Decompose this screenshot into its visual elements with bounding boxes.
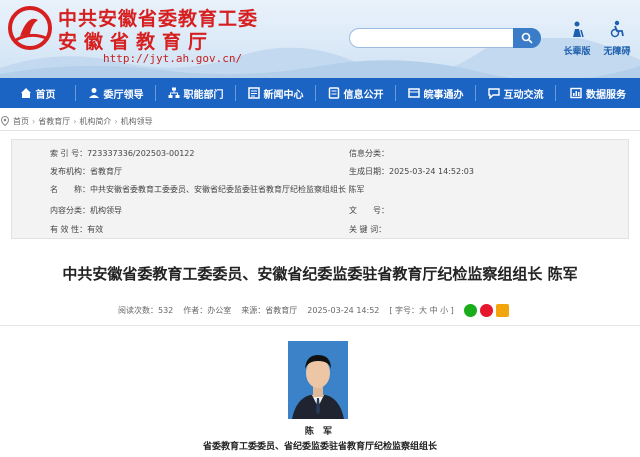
site-title-line2: 安徽省教育厅	[58, 31, 215, 53]
accessibility-label: 无障碍	[603, 47, 631, 57]
meta-row: 有 效 性：有效 关 键 词：	[12, 221, 630, 237]
chat-icon	[487, 88, 500, 99]
breadcrumb-section[interactable]: 机构简介	[79, 116, 111, 127]
site-url: http://jyt.ah.gov.cn/	[103, 52, 243, 65]
news-icon	[247, 87, 260, 99]
breadcrumb: 首页 › 省教育厅 › 机构简介 › 机构领导	[0, 114, 153, 128]
portrait-name: 陈 军	[304, 427, 336, 437]
nav-label-news: 新闻中心	[263, 89, 304, 101]
meta-label: 发布机构：	[50, 167, 90, 176]
meta-date: 生成日期：2025-03-24 14:52:03	[349, 166, 474, 177]
accessibility-button[interactable]: 无障碍	[600, 20, 634, 57]
leader-icon	[88, 88, 99, 98]
meta-value: 机构领导	[90, 206, 122, 215]
accessibility-icon	[610, 20, 624, 38]
info-metadata-table: 索 引 号：723337336/202503-00122 信息分类： 发布机构：…	[11, 139, 629, 239]
meta-value: 有效	[87, 225, 104, 234]
font-size-control[interactable]: [ 字号：大 中 小 ]	[389, 305, 453, 316]
meta-value: 中共安徽省委教育工委委员、安徽省纪委监委驻省教育厅纪检监察组组长 陈军	[90, 185, 365, 194]
nav-label-services: 皖事通办	[423, 89, 464, 101]
meta-label: 有 效 性：	[50, 225, 88, 234]
meta-validity: 有 效 性：有效	[50, 224, 103, 235]
portrait-position: 省委教育工委委员、省纪委监委驻省教育厅纪检监察组组长	[202, 442, 437, 452]
article-author: 作者：办公室	[183, 306, 232, 315]
meta-category: 信息分类：	[349, 148, 389, 159]
nav-label-departments: 职能部门	[183, 89, 224, 101]
nav-label-data-service: 数据服务	[586, 89, 626, 101]
meta-value: 省教育厅	[90, 167, 122, 176]
article-title: 中共安徽省委教育工委委员、安徽省纪委监委驻省教育厅纪检监察组组长 陈军	[62, 265, 578, 283]
article-source: 来源：省教育厅	[241, 306, 298, 315]
site-header: 中共安徽省委教育工委 安徽省教育厅 http://jyt.ah.gov.cn/ …	[0, 0, 640, 78]
meta-row: 发布机构：省教育厅 生成日期：2025-03-24 14:52:03	[12, 163, 630, 179]
wechat-share-icon[interactable]	[463, 304, 477, 317]
view-count: 阅读次数：532	[118, 306, 174, 315]
portrait-photo	[288, 341, 348, 419]
nav-item-leaders[interactable]: 委厅领导	[76, 78, 155, 108]
meta-row: 内容分类：机构领导 文 号：	[12, 202, 630, 218]
breadcrumb-divider	[0, 130, 640, 131]
nav-item-news[interactable]: 新闻中心	[236, 78, 315, 108]
meta-label: 关 键 词：	[349, 225, 387, 234]
info-divider	[0, 325, 640, 326]
location-icon	[0, 116, 10, 126]
meta-label: 索 引 号：	[50, 149, 88, 158]
meta-publisher: 发布机构：省教育厅	[50, 166, 122, 177]
nav-item-departments[interactable]: 职能部门	[156, 78, 235, 108]
info-icon	[328, 87, 339, 99]
portrait-illustration	[288, 341, 348, 419]
breadcrumb-department[interactable]: 省教育厅	[38, 116, 70, 127]
main-nav: 首页 委厅领导 职能部门 新闻中心 信息公开 皖事通办 互动交流 数据服务	[0, 78, 640, 108]
meta-value: 2025-03-24 14:52:03	[389, 167, 474, 176]
nav-label-leaders: 委厅领导	[103, 89, 144, 101]
meta-label: 信息分类：	[349, 149, 389, 158]
meta-keywords: 关 键 词：	[349, 224, 386, 235]
site-logo-icon[interactable]	[8, 6, 52, 50]
meta-label: 内容分类：	[50, 206, 90, 215]
nav-label-interaction: 互动交流	[503, 89, 544, 101]
breadcrumb-separator: ›	[114, 116, 118, 126]
breadcrumb-separator: ›	[73, 116, 77, 126]
meta-name: 名 称：中共安徽省委教育工委委员、安徽省纪委监委驻省教育厅纪检监察组组长 陈军	[50, 184, 365, 195]
article-info-bar: 阅读次数：532 作者：办公室 来源：省教育厅 2025-03-24 14:52…	[118, 304, 512, 317]
search-button[interactable]	[513, 28, 541, 48]
meta-row: 索 引 号：723337336/202503-00122 信息分类：	[12, 145, 630, 161]
weibo-share-icon[interactable]	[479, 304, 493, 317]
meta-doc-number: 文 号：	[349, 205, 389, 216]
nav-item-data-service[interactable]: 数据服务	[556, 78, 640, 108]
breadcrumb-separator: ›	[32, 116, 36, 126]
nav-item-home[interactable]: 首页	[0, 78, 75, 108]
search-icon	[521, 32, 533, 44]
meta-row: 名 称：中共安徽省委教育工委委员、安徽省纪委监委驻省教育厅纪检监察组组长 陈军	[12, 181, 630, 197]
nav-label-info-disclosure: 信息公开	[343, 89, 384, 101]
service-icon	[407, 88, 420, 98]
meta-label: 文 号：	[349, 206, 389, 215]
breadcrumb-home[interactable]: 首页	[13, 116, 29, 127]
article-date: 2025-03-24 14:52	[307, 306, 380, 315]
meta-index: 索 引 号：723337336/202503-00122	[50, 148, 194, 159]
meta-label: 名 称：	[50, 185, 90, 194]
breadcrumb-current[interactable]: 机构领导	[121, 116, 153, 127]
elder-icon	[573, 21, 584, 38]
meta-label: 生成日期：	[349, 167, 389, 176]
elder-mode-label: 长辈版	[563, 47, 591, 57]
data-icon	[570, 87, 582, 99]
nav-item-info-disclosure[interactable]: 信息公开	[316, 78, 395, 108]
nav-label-home: 首页	[35, 89, 56, 101]
nav-item-interaction[interactable]: 互动交流	[476, 78, 555, 108]
nav-item-services[interactable]: 皖事通办	[396, 78, 475, 108]
org-icon	[168, 87, 179, 98]
qzone-share-icon[interactable]	[495, 304, 509, 317]
home-icon	[20, 88, 31, 98]
meta-content-category: 内容分类：机构领导	[50, 205, 122, 216]
meta-value: 723337336/202503-00122	[87, 149, 195, 158]
elder-mode-button[interactable]: 长辈版	[560, 20, 594, 57]
